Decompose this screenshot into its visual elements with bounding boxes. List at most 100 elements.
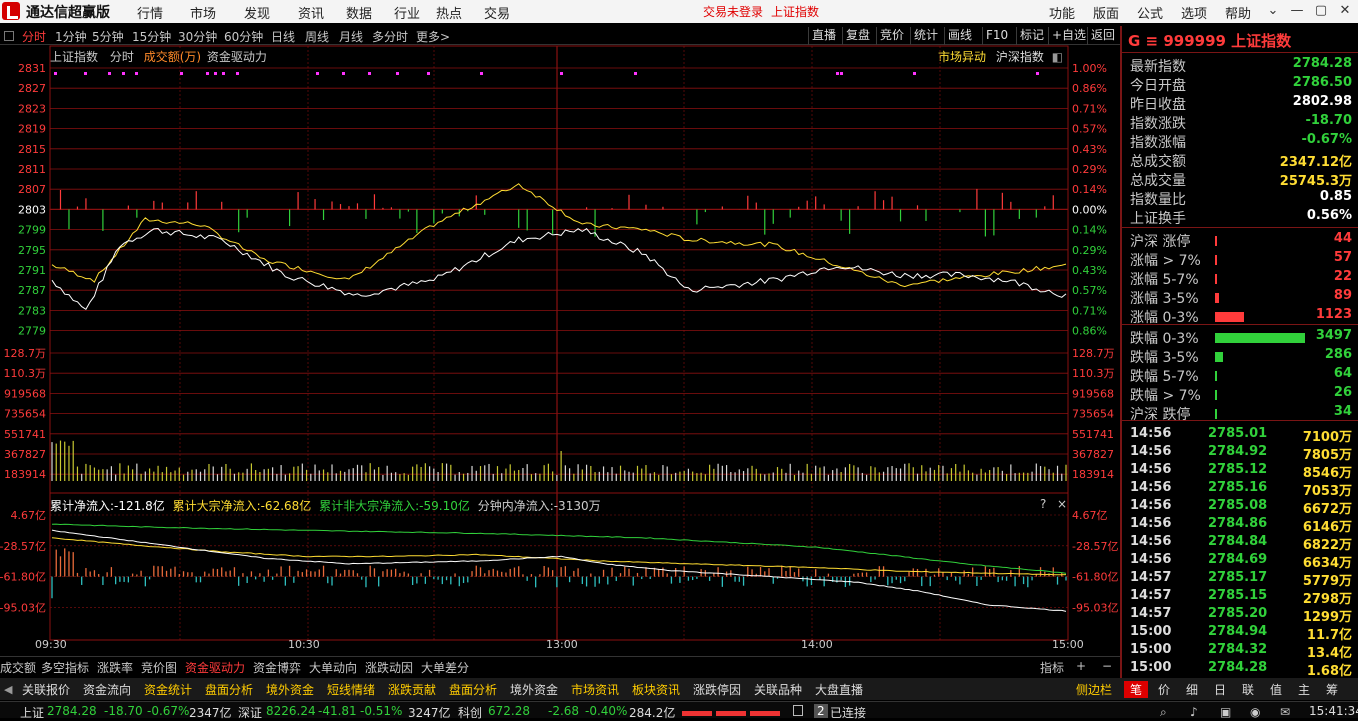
menu-function[interactable]: 功能: [1049, 3, 1075, 22]
quote-label: 昨日收盘: [1130, 97, 1186, 113]
info-tab[interactable]: 板块资讯: [632, 681, 680, 698]
lock-icon[interactable]: ▣: [1220, 705, 1231, 719]
tick-volume: 7100万: [1302, 430, 1352, 445]
app-logo-icon: [2, 2, 20, 20]
menu-quotes[interactable]: 行情: [137, 3, 163, 22]
event-marker: [236, 72, 239, 75]
trade-login-status[interactable]: 交易未登录: [703, 3, 763, 20]
info-tab[interactable]: 资金流向: [83, 681, 131, 698]
info-tab[interactable]: 大盘直播: [815, 681, 863, 698]
price-tick: 2783: [18, 304, 46, 317]
sb-sz-name[interactable]: 深证: [238, 704, 262, 721]
tick-row: 15:00 2784.32 13.4亿: [1130, 642, 1352, 661]
info-tab[interactable]: 涨跌贡献: [388, 681, 436, 698]
quote-row: 今日开盘 2786.50: [1130, 75, 1352, 94]
detail-tab[interactable]: 筹: [1326, 681, 1338, 698]
sb-kc-change: -2.68: [548, 704, 580, 718]
tab-longshort[interactable]: 多空指标: [41, 659, 89, 676]
breadth-row: 涨幅 5-7% 22: [1130, 269, 1352, 288]
event-marker: [480, 72, 483, 75]
info-tab[interactable]: 盘面分析: [449, 681, 497, 698]
event-marker: [135, 72, 138, 75]
indicator-block-inflow: 累计大宗净流入:-62.68亿: [172, 499, 312, 513]
sb-sh-name[interactable]: 上证: [20, 704, 44, 721]
menu-help[interactable]: 帮助: [1225, 3, 1251, 22]
tick-row: 14:56 2785.01 7100万: [1130, 426, 1352, 445]
info-tab[interactable]: 境外资金: [510, 681, 558, 698]
detail-tab[interactable]: 价: [1158, 681, 1170, 698]
tab-updown-rate[interactable]: 涨跌率: [97, 659, 133, 676]
quote-value: 2347.12亿: [1279, 155, 1352, 170]
sound-icon[interactable]: ♪: [1190, 705, 1198, 719]
volume-tick: 367827: [4, 448, 46, 461]
tick-price: 2784.84: [1208, 534, 1268, 549]
tick-row: 14:56 2784.86 6146万: [1130, 516, 1352, 535]
menu-hotspot[interactable]: 热点: [436, 3, 462, 22]
info-tab[interactable]: 市场资讯: [571, 681, 619, 698]
tab-big-order-diff[interactable]: 大单差分: [421, 659, 469, 676]
quote-value: -0.67%: [1301, 132, 1353, 147]
tab-capital-game[interactable]: 资金博弈: [253, 659, 301, 676]
menu-layout[interactable]: 版面: [1093, 3, 1119, 22]
breadth-count: 286: [1324, 347, 1352, 362]
connection-status[interactable]: 已连接: [830, 704, 866, 721]
menu-trade[interactable]: 交易: [484, 3, 510, 22]
tick-time: 14:56: [1130, 444, 1172, 459]
quote-label: 今日开盘: [1130, 78, 1186, 94]
menu-discover[interactable]: 发现: [244, 3, 270, 22]
window-menu-icon[interactable]: ⌄: [1262, 2, 1284, 20]
tab-amount[interactable]: 成交额: [0, 659, 36, 676]
tabs-left-arrow-icon[interactable]: ◀: [4, 683, 12, 696]
info-tab[interactable]: 关联品种: [754, 681, 802, 698]
menu-data[interactable]: 数据: [346, 3, 372, 22]
breadth-bar: [1215, 390, 1217, 400]
indicator-help-icon[interactable]: ?: [1040, 497, 1046, 511]
info-tab[interactable]: 境外资金: [266, 681, 314, 698]
tab-remove[interactable]: −: [1102, 659, 1112, 673]
minimize-icon[interactable]: —: [1286, 2, 1308, 20]
broadcast-icon[interactable]: ◉: [1250, 705, 1260, 719]
menu-news[interactable]: 资讯: [298, 3, 324, 22]
sb-sh-amount: 2347亿: [189, 706, 232, 720]
tab-capital-drive[interactable]: 资金驱动力: [185, 659, 245, 676]
indicator-close-icon[interactable]: ×: [1057, 497, 1067, 511]
sb-kc-name[interactable]: 科创: [458, 704, 482, 721]
maximize-icon[interactable]: ▢: [1310, 2, 1332, 20]
tab-big-order[interactable]: 大单动向: [309, 659, 357, 676]
menu-market[interactable]: 市场: [190, 3, 216, 22]
detail-tab[interactable]: 联: [1242, 681, 1254, 698]
detail-tab[interactable]: 值: [1270, 681, 1282, 698]
tab-auction-chart[interactable]: 竞价图: [141, 659, 177, 676]
breadth-label: 沪深 涨停: [1130, 234, 1191, 250]
close-icon[interactable]: ✕: [1334, 2, 1356, 20]
tab-indicator[interactable]: 指标: [1040, 659, 1064, 676]
sb-sz-pct: -0.51%: [360, 704, 403, 718]
info-tab[interactable]: 涨跌停因: [693, 681, 741, 698]
volume-tick: 367827: [1072, 448, 1114, 461]
quote-value: 0.85: [1319, 189, 1352, 204]
price-line: [51, 227, 1067, 311]
detail-tab[interactable]: 笔: [1124, 681, 1149, 698]
menu-options[interactable]: 选项: [1181, 3, 1207, 22]
tick-row: 14:56 2784.92 7805万: [1130, 444, 1352, 463]
info-tab[interactable]: 资金统计: [144, 681, 192, 698]
info-tab[interactable]: 短线情绪: [327, 681, 375, 698]
quote-row: 总成交量 25745.3万: [1130, 170, 1352, 189]
tick-price: 2785.08: [1208, 498, 1268, 513]
sidebar-toggle[interactable]: 侧边栏: [1076, 681, 1112, 698]
tab-updown-cause[interactable]: 涨跌动因: [365, 659, 413, 676]
info-tab[interactable]: 盘面分析: [205, 681, 253, 698]
detail-tab[interactable]: 日: [1214, 681, 1226, 698]
detail-tab[interactable]: 细: [1186, 681, 1198, 698]
pct-tick: 0.43%: [1072, 143, 1107, 156]
detail-tab[interactable]: 主: [1298, 681, 1310, 698]
news-icon[interactable]: [793, 705, 803, 716]
info-tab[interactable]: 关联报价: [22, 681, 70, 698]
menu-industry[interactable]: 行业: [394, 3, 420, 22]
tab-add[interactable]: +: [1076, 659, 1086, 673]
message-icon[interactable]: ✉: [1280, 705, 1290, 719]
menu-formula[interactable]: 公式: [1137, 3, 1163, 22]
intraday-chart[interactable]: 2831 1.00% 2827 0.86% 2823 0.71% 2819 0.57% 2815…: [0, 26, 1120, 656]
volume-tick: 128.7万: [1072, 347, 1115, 360]
quote-row: 总成交额 2347.12亿: [1130, 151, 1352, 170]
